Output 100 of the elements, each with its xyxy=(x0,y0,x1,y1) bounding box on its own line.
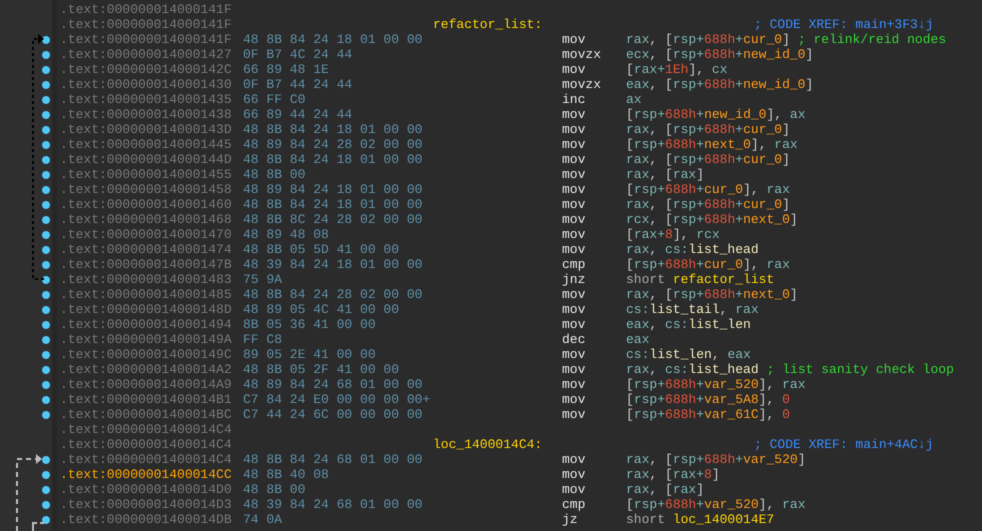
opcode-bytes: 89 05 2E 41 00 00 xyxy=(243,347,377,362)
address-text: .text:00000001400014B1 xyxy=(59,392,233,407)
operand-text: rax, cs:list_head xyxy=(626,242,759,257)
address-text: .text:0000000140001470 xyxy=(59,227,233,242)
opcode-bytes: 48 39 84 24 18 01 00 00 xyxy=(243,257,424,272)
opcode-bytes: 48 39 84 24 68 01 00 00 xyxy=(243,497,424,512)
operand-text: short loc_1400014E7 xyxy=(626,512,774,527)
opcode-bytes: C7 84 24 E0 00 00 00 00+ xyxy=(243,392,432,407)
opcode-bytes: 48 89 05 4C 41 00 00 xyxy=(243,302,400,317)
mnemonic: cmp xyxy=(562,497,586,512)
mnemonic: jz xyxy=(562,512,579,527)
operand-text: eax xyxy=(626,332,650,347)
mnemonic: dec xyxy=(562,332,586,347)
mnemonic: mov xyxy=(562,167,586,182)
mnemonic: movzx xyxy=(562,77,602,92)
address-text: .text:0000000140001468 xyxy=(59,212,233,227)
operand-text: [rsp+688h+var_520], rax xyxy=(626,377,806,392)
address-text: .text:0000000140001430 xyxy=(59,77,233,92)
mnemonic: mov xyxy=(562,347,586,362)
address-text: .text:000000014000149C xyxy=(59,347,233,362)
address-text: .text:000000014000141F xyxy=(59,2,233,17)
address-text: .text:00000001400014D3 xyxy=(59,497,233,512)
mnemonic: mov xyxy=(562,32,586,47)
operand-text: rcx, [rsp+688h+next_0] xyxy=(626,212,798,227)
opcode-bytes: 48 8B 84 24 68 01 00 00 xyxy=(243,452,424,467)
operand-text: [rsp+688h+var_61C], 0 xyxy=(626,407,790,422)
mnemonic: mov xyxy=(562,227,586,242)
operand-text: cs:list_len, eax xyxy=(626,347,751,362)
opcode-bytes: 75 9A xyxy=(243,272,284,287)
code-label[interactable]: refactor_list: xyxy=(433,17,562,32)
operand-text: rax, [rsp+688h+var_520] xyxy=(626,452,806,467)
mnemonic: mov xyxy=(562,392,586,407)
xref-comment[interactable]: ; CODE XREF: main+4AC↓j xyxy=(754,437,934,452)
operand-text: short refactor_list xyxy=(626,272,774,287)
address-text: .text:000000014000143D xyxy=(59,122,233,137)
mnemonic: mov xyxy=(562,452,586,467)
operand-text: [rsp+688h+cur_0], rax xyxy=(626,257,790,272)
address-text: .text:000000014000142C xyxy=(59,62,233,77)
opcode-bytes: 48 89 84 24 18 01 00 00 xyxy=(243,182,424,197)
address-text: .text:00000001400014C4 xyxy=(59,437,233,452)
opcode-bytes: 48 8B 84 24 18 01 00 00 xyxy=(243,32,424,47)
operand-text: rax, [rsp+688h+cur_0] xyxy=(626,152,790,167)
mnemonic: mov xyxy=(562,62,586,77)
operand-text: [rsp+688h+var_520], rax xyxy=(626,497,806,512)
opcode-bytes: 48 89 48 08 xyxy=(243,227,330,242)
address-text: .text:000000014000141F xyxy=(59,17,233,32)
mnemonic: mov xyxy=(562,302,586,317)
mnemonic: mov xyxy=(562,482,586,497)
operand-text: rax, [rax+8] xyxy=(626,467,720,482)
mnemonic: mov xyxy=(562,287,586,302)
operand-text: cs:list_tail, rax xyxy=(626,302,759,317)
mnemonic: mov xyxy=(562,122,586,137)
code-comment: ; list sanity check loop xyxy=(766,362,954,377)
mnemonic: movzx xyxy=(562,47,602,62)
opcode-bytes: 0F B7 4C 24 44 xyxy=(243,47,354,62)
address-text: .text:000000014000144D xyxy=(59,152,233,167)
opcode-bytes: 48 8B 05 2F 41 00 00 xyxy=(243,362,400,377)
address-text: .text:00000001400014A9 xyxy=(59,377,233,392)
opcode-bytes: 48 89 84 24 28 02 00 00 xyxy=(243,137,424,152)
address-text: .text:00000001400014CC xyxy=(59,467,233,482)
opcode-bytes: 48 8B 84 24 28 02 00 00 xyxy=(243,287,424,302)
mnemonic: mov xyxy=(562,212,586,227)
mnemonic: mov xyxy=(562,197,586,212)
operand-text: [rsp+688h+cur_0], rax xyxy=(626,182,790,197)
mnemonic: mov xyxy=(562,137,586,152)
operand-text: [rsp+688h+new_id_0], ax xyxy=(626,107,806,122)
mnemonic: jnz xyxy=(562,272,586,287)
operand-text: rax, [rsp+688h+cur_0] xyxy=(626,32,790,47)
xref-comment[interactable]: ; CODE XREF: main+3F3↓j xyxy=(754,17,934,32)
jump-line xyxy=(32,522,45,531)
mnemonic: mov xyxy=(562,467,586,482)
mnemonic: cmp xyxy=(562,257,586,272)
operand-text: [rax+1Eh], cx xyxy=(626,62,728,77)
operand-text: rax, [rsp+688h+cur_0] xyxy=(626,197,790,212)
address-text: .text:0000000140001427 xyxy=(59,47,233,62)
operand-text: ecx, [rsp+688h+new_id_0] xyxy=(626,47,814,62)
mnemonic: mov xyxy=(562,407,586,422)
address-text: .text:00000001400014BC xyxy=(59,407,233,422)
mnemonic: mov xyxy=(562,182,586,197)
address-text: .text:0000000140001494 xyxy=(59,317,233,332)
address-text: .text:00000001400014D0 xyxy=(59,482,233,497)
opcode-bytes: 48 8B 84 24 18 01 00 00 xyxy=(243,197,424,212)
opcode-bytes: 48 8B 00 xyxy=(243,167,306,182)
mnemonic: inc xyxy=(562,92,586,107)
operand-text: rax, [rax] xyxy=(626,482,704,497)
address-text: .text:0000000140001445 xyxy=(59,137,233,152)
mnemonic: mov xyxy=(562,317,586,332)
operand-text: rax, [rax] xyxy=(626,167,704,182)
opcode-bytes: 74 0A xyxy=(243,512,284,527)
address-text: .text:0000000140001458 xyxy=(59,182,233,197)
opcode-bytes: 48 8B 40 08 xyxy=(243,467,330,482)
opcode-bytes: 66 FF C0 xyxy=(243,92,306,107)
address-text: .text:000000014000149A xyxy=(59,332,233,347)
opcode-bytes: 48 8B 84 24 18 01 00 00 xyxy=(243,152,424,167)
address-text: .text:0000000140001483 xyxy=(59,272,233,287)
code-label[interactable]: loc_1400014C4: xyxy=(433,437,562,452)
opcode-bytes: 48 8B 84 24 18 01 00 00 xyxy=(243,122,424,137)
opcode-bytes: FF C8 xyxy=(243,332,284,347)
mnemonic: mov xyxy=(562,107,586,122)
mnemonic: mov xyxy=(562,152,586,167)
